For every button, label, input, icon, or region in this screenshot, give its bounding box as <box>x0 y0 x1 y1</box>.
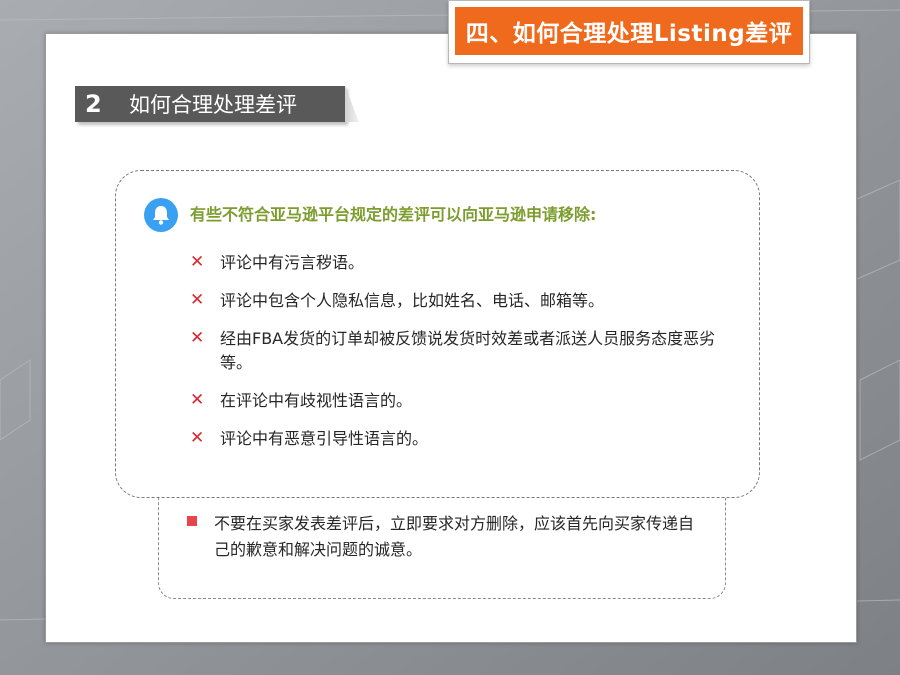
x-icon: ✕ <box>190 290 205 310</box>
criteria-heading: 有些不符合亚马逊平台规定的差评可以向亚马逊申请移除: <box>190 205 597 224</box>
list-item-text: 在评论中有歧视性语言的。 <box>220 391 413 410</box>
bell-icon <box>144 198 178 232</box>
x-icon: ✕ <box>190 390 205 410</box>
criteria-list: ✕ 评论中有污言秽语。 ✕ 评论中包含个人隐私信息，比如姓名、电话、邮箱等。 ✕… <box>190 251 750 465</box>
list-item-text: 评论中包含个人隐私信息，比如姓名、电话、邮箱等。 <box>220 291 605 310</box>
x-icon: ✕ <box>190 428 205 448</box>
list-item: ✕ 在评论中有歧视性语言的。 <box>190 389 750 413</box>
list-item: ✕ 评论中包含个人隐私信息，比如姓名、电话、邮箱等。 <box>190 289 750 313</box>
page-title: 四、如何合理处理Listing差评 <box>455 7 803 55</box>
x-icon: ✕ <box>190 328 205 348</box>
section-number: 2 <box>85 90 102 118</box>
list-item: ✕ 评论中有恶意引导性语言的。 <box>190 427 750 451</box>
title-banner: 四、如何合理处理Listing差评 <box>448 0 810 64</box>
tip-item: 不要在买家发表差评后，立即要求对方删除，应该首先向买家传递自己的歉意和解决问题的… <box>187 511 707 563</box>
red-square-bullet-icon <box>187 516 197 526</box>
list-item-text: 评论中有恶意引导性语言的。 <box>220 429 429 448</box>
tip-text: 不要在买家发表差评后，立即要求对方删除，应该首先向买家传递自己的歉意和解决问题的… <box>214 514 695 559</box>
removal-criteria-box: 有些不符合亚马逊平台规定的差评可以向亚马逊申请移除: ✕ 评论中有污言秽语。 ✕… <box>115 170 760 498</box>
section-header: 2 如何合理处理差评 <box>75 86 345 122</box>
list-item: ✕ 经由FBA发货的订单却被反馈说发货时效差或者派送人员服务态度恶劣等。 <box>190 327 750 375</box>
x-icon: ✕ <box>190 252 205 272</box>
section-title: 如何合理处理差评 <box>129 93 297 117</box>
list-item: ✕ 评论中有污言秽语。 <box>190 251 750 275</box>
list-item-text: 评论中有污言秽语。 <box>220 253 365 272</box>
list-item-text: 经由FBA发货的订单却被反馈说发货时效差或者派送人员服务态度恶劣等。 <box>220 329 716 372</box>
